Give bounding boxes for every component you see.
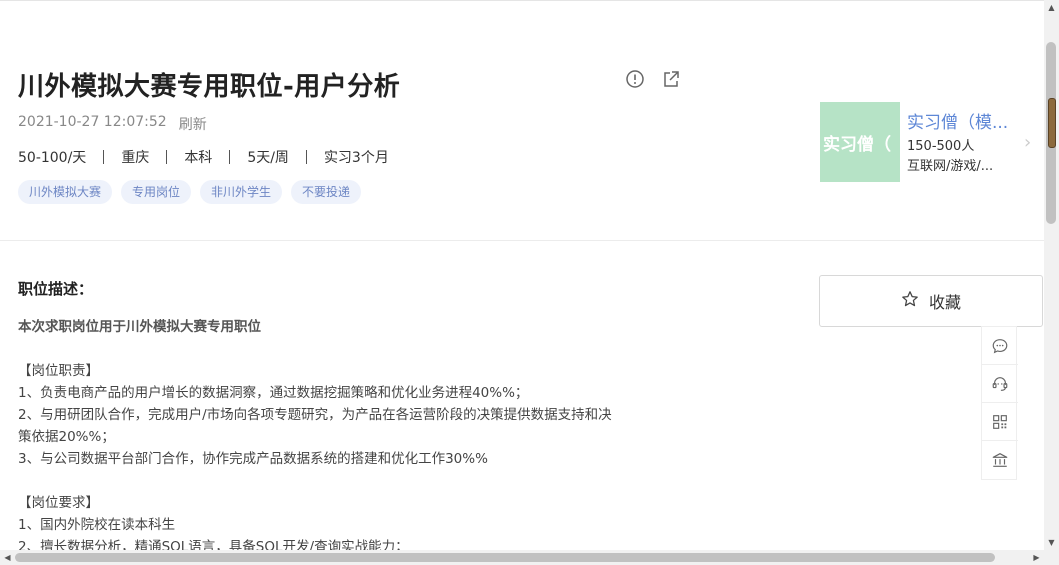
chat-icon[interactable] [982,327,1018,365]
scroll-up-arrow[interactable]: ▲ [1044,0,1059,15]
qr-code-icon[interactable] [982,403,1018,441]
company-industry: 互联网/游戏/... [907,159,994,174]
star-icon [901,290,919,312]
tag: 专用岗位 [121,180,192,204]
job-description: 本次求职岗位用于川外模拟大赛专用职位 【岗位职责】 1、负责电商产品的用户增长的… [18,316,658,551]
job-requirements: 50-100/天 重庆 本科 5天/周 实习3个月 [18,147,406,167]
city: 重庆 [121,150,150,166]
company-logo[interactable]: 实习僧（ [820,102,900,182]
meta-row: 2021-10-27 12:07:52 刷新 [18,114,207,134]
company-name[interactable]: 实习僧（模... [907,108,1015,133]
page-viewport: 川外模拟大赛专用职位-用户分析 2021-10-27 12:07:52 刷新 5… [0,0,1044,551]
publish-datetime: 2021-10-27 12:07:52 [18,114,167,130]
company-card[interactable]: 实习僧（ 实习僧（模... 150-500人 互联网/游戏/... › [820,102,1031,182]
scroll-down-arrow[interactable]: ▼ [1044,535,1059,550]
company-size: 150-500人 [907,139,975,154]
duty-item: 3、与公司数据平台部门合作，协作完成产品数据系统的搭建和优化工作30%% [18,451,488,467]
duty-item: 2、与用研团队合作，完成用户/市场向各项专题研究，为产品在各运营阶段的决策提供数… [18,407,612,423]
vertical-scrollbar[interactable]: ▲ ▼ [1044,0,1059,565]
horizontal-scrollbar[interactable]: ◀ ▶ [0,550,1044,565]
salary: 50-100/天 [18,150,87,166]
scroll-left-arrow[interactable]: ◀ [0,550,15,565]
scroll-right-arrow[interactable]: ▶ [1029,550,1044,565]
tag: 非川外学生 [200,180,283,204]
duty-item: 策依据20%%； [18,429,115,445]
requirement-item: 2、擅长数据分析，精通SQL语言，具备SQL开发/查询实战能力； [18,539,409,551]
side-toolbar [981,326,1018,480]
customer-service-icon[interactable] [982,365,1018,403]
requirement-item: 1、国内外院校在读本科生 [18,517,176,533]
collect-button[interactable]: 收藏 [819,275,1043,327]
education: 本科 [184,150,213,166]
description-heading: 职位描述： [18,280,94,298]
job-tags: 川外模拟大赛 专用岗位 非川外学生 不要投递 [18,180,362,204]
top-border [0,0,1044,1]
collect-label: 收藏 [928,293,961,312]
duties-heading: 【岗位职责】 [18,363,99,379]
tag: 不要投递 [291,180,362,204]
institution-icon[interactable] [982,441,1018,479]
chevron-right-icon[interactable]: › [1024,132,1031,153]
internship-duration: 实习3个月 [323,150,389,166]
header-actions [624,68,682,90]
scroll-handle[interactable] [1048,98,1056,148]
share-icon[interactable] [660,68,682,90]
days-per-week: 5天/周 [247,150,289,166]
description-intro: 本次求职岗位用于川外模拟大赛专用职位 [18,319,261,335]
requirements-heading: 【岗位要求】 [18,495,99,511]
section-divider [0,240,1044,241]
report-icon[interactable] [624,68,646,90]
duty-item: 1、负责电商产品的用户增长的数据洞察，通过数据挖掘策略和优化业务进程40%%； [18,385,529,401]
refresh-link[interactable]: 刷新 [179,114,207,134]
tag: 川外模拟大赛 [18,180,113,204]
job-title: 川外模拟大赛专用职位-用户分析 [18,72,401,102]
horizontal-scroll-thumb[interactable] [15,553,995,562]
